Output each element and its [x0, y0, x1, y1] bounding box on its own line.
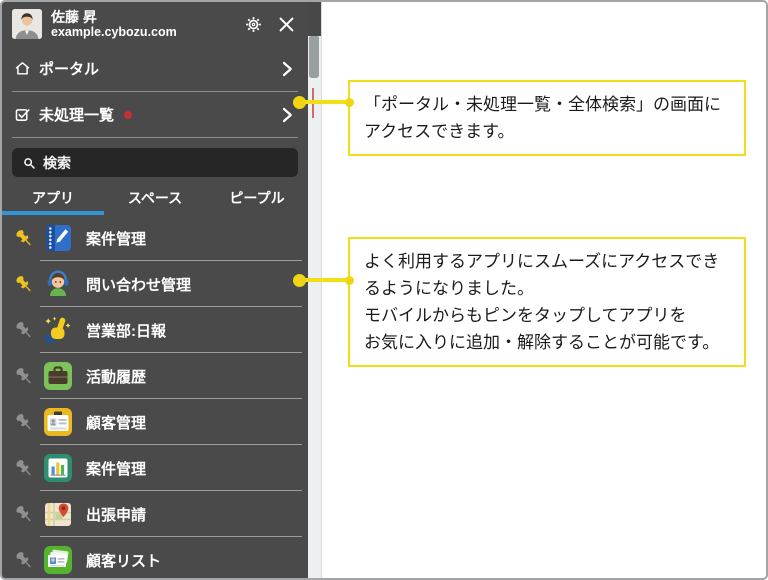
- connector-dot: [293, 96, 306, 109]
- connector-dot: [293, 274, 306, 287]
- briefcase-icon: [44, 362, 72, 390]
- bar-chart-icon: [44, 454, 72, 482]
- pin-toggle[interactable]: [12, 364, 36, 388]
- app-list-item[interactable]: 問い合わせ管理: [2, 261, 308, 307]
- pin-icon: [16, 506, 31, 522]
- pin-toggle[interactable]: [12, 226, 36, 250]
- customer-cards-icon: [44, 546, 72, 574]
- close-button[interactable]: [274, 12, 298, 36]
- pin-toggle[interactable]: [12, 456, 36, 480]
- callout-pinned-apps-note: よく利用するアプリにスムーズにアクセスできるようになりました。 モバイルからもピ…: [348, 237, 746, 367]
- tab-apps[interactable]: アプリ: [2, 185, 104, 215]
- user-header: 佐藤 昇 example.cybozu.com: [2, 2, 308, 46]
- close-icon: [279, 17, 293, 31]
- user-info: 佐藤 昇 example.cybozu.com: [51, 9, 177, 40]
- app-list-item[interactable]: 顧客管理: [2, 399, 308, 445]
- app-list-item[interactable]: 活動履歴: [2, 353, 308, 399]
- scrollbar-dark-cap: [308, 2, 321, 36]
- callout-text-line: よく利用するアプリにスムーズにアクセスできるようになりました。: [364, 252, 720, 298]
- pin-icon: [16, 368, 31, 384]
- notification-badge-dot: [124, 110, 133, 119]
- pin-toggle[interactable]: [12, 548, 36, 572]
- home-icon: [15, 62, 30, 75]
- pin-icon: [16, 552, 31, 568]
- search-input[interactable]: [43, 154, 288, 171]
- app-list-item[interactable]: 案件管理: [2, 215, 308, 261]
- callout-connector-line: [299, 278, 349, 282]
- callout-portal-note: 「ポータル・未処理一覧・全体検索」の画面にアクセスできます。: [348, 80, 746, 156]
- nav-item-pending-list[interactable]: 未処理一覧: [2, 92, 308, 137]
- connector-dot: [345, 98, 354, 107]
- user-name: 佐藤 昇: [51, 8, 97, 25]
- pin-icon: [16, 414, 31, 430]
- settings-button[interactable]: [241, 12, 265, 36]
- app-name: 営業部:日報: [86, 322, 166, 340]
- tab-label: スペース: [127, 190, 183, 206]
- tab-people[interactable]: ピープル: [206, 185, 308, 215]
- callout-text-line: お気に入りに追加・解除することが可能です。: [364, 333, 720, 352]
- chevron-right-icon: [282, 107, 292, 122]
- pin-toggle[interactable]: [12, 318, 36, 342]
- app-name: 案件管理: [86, 460, 147, 478]
- connector-dot: [345, 276, 354, 285]
- checkbox-check-icon: [15, 109, 30, 121]
- app-name: 問い合わせ管理: [86, 276, 192, 294]
- pin-icon: [16, 276, 31, 292]
- callout-connector-line: [299, 100, 349, 104]
- id-card-icon: [44, 408, 72, 436]
- callout-text: 「ポータル・未処理一覧・全体検索」の画面にアクセスできます。: [364, 95, 721, 141]
- pin-toggle[interactable]: [12, 272, 36, 296]
- app-list-item[interactable]: 顧客リスト: [2, 537, 308, 578]
- app-name: 活動履歴: [86, 368, 147, 386]
- mobile-menu-panel: 佐藤 昇 example.cybozu.com ポータル 未処理一覧 検索 アプ…: [2, 2, 308, 578]
- search-icon: [24, 157, 35, 169]
- search-box[interactable]: [12, 148, 298, 177]
- nav-item-portal[interactable]: ポータル: [2, 46, 308, 91]
- search-area: [2, 138, 308, 185]
- app-name: 顧客管理: [86, 414, 147, 432]
- app-list-item[interactable]: 出張申請: [2, 491, 308, 537]
- pin-toggle[interactable]: [12, 502, 36, 526]
- pin-icon: [16, 230, 31, 246]
- page-scrollbar-track[interactable]: [308, 2, 322, 578]
- app-name: 顧客リスト: [86, 552, 162, 570]
- callout-text-line: モバイルからもピンをタップしてアプリを: [364, 306, 687, 325]
- user-domain: example.cybozu.com: [51, 24, 177, 39]
- avatar[interactable]: [12, 9, 42, 39]
- map-pin-icon: [45, 503, 71, 526]
- tab-label: アプリ: [32, 190, 74, 206]
- gear-icon: [245, 16, 261, 32]
- app-name: 出張申請: [86, 506, 147, 524]
- app-list-item[interactable]: 案件管理: [2, 445, 308, 491]
- support-agent-icon: [47, 270, 69, 296]
- app-list-item[interactable]: 営業部:日報: [2, 307, 308, 353]
- screenshot-frame: 佐藤 昇 example.cybozu.com ポータル 未処理一覧 検索 アプ…: [0, 0, 768, 580]
- pin-toggle[interactable]: [12, 410, 36, 434]
- chevron-right-icon: [282, 61, 292, 76]
- tab-bar: アプリ スペース ピープル: [2, 185, 308, 215]
- pin-icon: [16, 460, 31, 476]
- scrollbar-thumb[interactable]: [309, 36, 319, 78]
- notebook-icon: [46, 225, 71, 251]
- tab-spaces[interactable]: スペース: [104, 185, 206, 215]
- thumbs-up-icon: [44, 316, 71, 345]
- avatar-photo: [12, 9, 42, 39]
- nav-item-label: 未処理一覧: [39, 107, 115, 124]
- pin-icon: [16, 322, 31, 338]
- app-name: 案件管理: [86, 230, 147, 248]
- tab-label: ピープル: [229, 190, 285, 206]
- nav-item-label: ポータル: [39, 61, 100, 78]
